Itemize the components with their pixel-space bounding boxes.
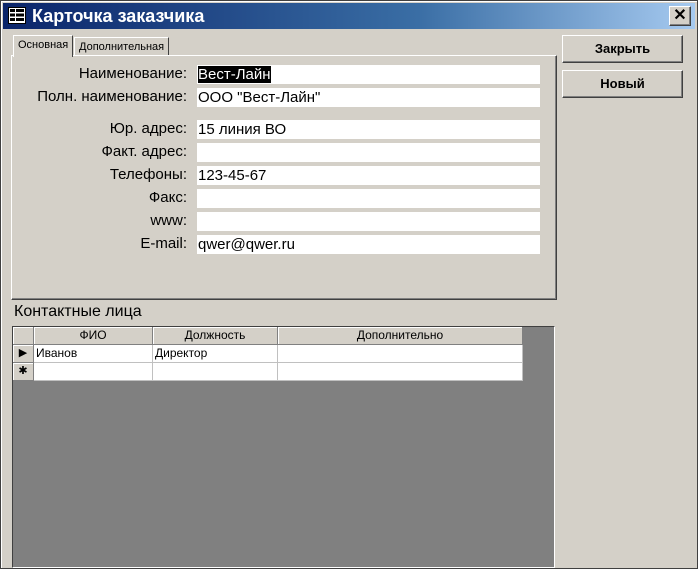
www-field[interactable] [196,211,541,232]
tab-main-label: Основная [18,39,69,51]
legal-address-label: Юр. адрес: [109,120,187,137]
form-icon [8,7,26,24]
new-cell-extra[interactable] [278,363,523,381]
close-button[interactable]: Закрыть [562,35,683,63]
full-name-label: Полн. наименование: [37,88,187,105]
column-header-extra[interactable]: Дополнительно [278,327,523,345]
new-button[interactable]: Новый [562,70,683,98]
email-field[interactable]: qwer@qwer.ru [196,234,541,255]
close-icon: ✕ [673,7,687,24]
grid-corner[interactable] [13,327,34,345]
cell-position[interactable]: Директор [153,345,278,363]
name-value: Вест-Лайн [198,66,271,83]
phones-field[interactable]: 123-45-67 [196,165,541,186]
window-title: Карточка заказчика [32,6,205,26]
name-label: Наименование: [78,65,187,82]
fax-label: Факс: [148,189,187,206]
legal-address-field[interactable]: 15 линия ВО [196,119,541,140]
www-label: www: [150,212,187,229]
actual-address-field[interactable] [196,142,541,163]
cell-extra[interactable] [278,345,523,363]
new-cell-fio[interactable] [34,363,153,381]
cell-fio[interactable]: Иванов [34,345,153,363]
contacts-grid[interactable]: ФИО Должность Дополнительно ▶ Иванов Дир… [12,326,555,568]
email-label: E-mail: [140,235,187,252]
title-bar[interactable]: Карточка заказчика ✕ [3,3,695,29]
full-name-field[interactable]: ООО "Вест-Лайн" [196,87,541,108]
row-selector-new[interactable]: ✱ [13,363,34,381]
close-window-button[interactable]: ✕ [669,6,691,26]
column-header-fio[interactable]: ФИО [34,327,153,345]
new-cell-position[interactable] [153,363,278,381]
column-header-position[interactable]: Должность [153,327,278,345]
contacts-title: Контактные лица [14,303,142,320]
name-field[interactable]: Вест-Лайн [196,64,541,85]
actual-address-label: Факт. адрес: [101,143,187,160]
tab-main[interactable]: Основная [13,35,74,57]
tab-additional[interactable]: Дополнительная [74,37,170,57]
customer-card-window: Карточка заказчика ✕ Основная Дополнител… [0,0,698,569]
row-selector-current[interactable]: ▶ [13,345,34,363]
fax-field[interactable] [196,188,541,209]
tab-additional-label: Дополнительная [79,41,165,53]
phones-label: Телефоны: [109,166,187,183]
